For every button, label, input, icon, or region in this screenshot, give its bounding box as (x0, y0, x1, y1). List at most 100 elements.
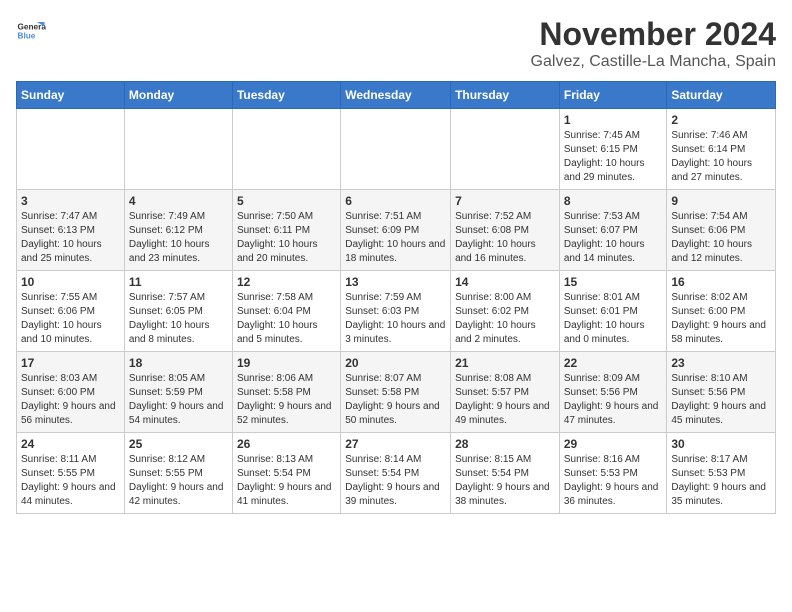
week-row-3: 17 Sunrise: 8:03 AMSunset: 6:00 PMDayligh… (17, 352, 776, 433)
calendar-cell: 17 Sunrise: 8:03 AMSunset: 6:00 PMDayligh… (17, 352, 125, 433)
calendar-cell: 26 Sunrise: 8:13 AMSunset: 5:54 PMDayligh… (232, 433, 340, 514)
day-info: Sunrise: 8:07 AMSunset: 5:58 PMDaylight:… (345, 372, 446, 428)
day-number: 26 (237, 437, 336, 451)
day-number: 22 (564, 356, 663, 370)
day-number: 17 (21, 356, 120, 370)
day-info: Sunrise: 7:45 AMSunset: 6:15 PMDaylight:… (564, 129, 663, 185)
calendar-cell: 1 Sunrise: 7:45 AMSunset: 6:15 PMDaylight… (559, 109, 667, 190)
day-info: Sunrise: 8:16 AMSunset: 5:53 PMDaylight:… (564, 453, 663, 509)
calendar-cell (451, 109, 560, 190)
day-number: 27 (345, 437, 446, 451)
calendar-cell: 6Sunrise: 7:51 AMSunset: 6:09 PMDaylight… (341, 190, 451, 271)
day-info: Sunrise: 8:02 AMSunset: 6:00 PMDaylight:… (671, 291, 771, 347)
day-number: 8 (564, 194, 663, 208)
dow-monday: Monday (124, 82, 232, 109)
calendar-table: SundayMondayTuesdayWednesdayThursdayFrid… (16, 81, 776, 514)
svg-text:Blue: Blue (18, 32, 36, 41)
page-title: November 2024 (531, 16, 776, 53)
page-header: General Blue November 2024 Galvez, Casti… (16, 16, 776, 71)
day-info: Sunrise: 8:14 AMSunset: 5:54 PMDaylight:… (345, 453, 446, 509)
day-info: Sunrise: 7:53 AMSunset: 6:07 PMDaylight:… (564, 210, 663, 266)
day-number: 16 (671, 275, 771, 289)
day-number: 9 (671, 194, 771, 208)
day-info: Sunrise: 7:59 AMSunset: 6:03 PMDaylight:… (345, 291, 446, 347)
calendar-cell: 29 Sunrise: 8:16 AMSunset: 5:53 PMDayligh… (559, 433, 667, 514)
logo: General Blue (16, 16, 46, 46)
calendar-cell: 25 Sunrise: 8:12 AMSunset: 5:55 PMDayligh… (124, 433, 232, 514)
day-number: 23 (671, 356, 771, 370)
day-number: 19 (237, 356, 336, 370)
calendar-cell: 23 Sunrise: 8:10 AMSunset: 5:56 PMDayligh… (667, 352, 776, 433)
day-number: 24 (21, 437, 120, 451)
calendar-cell: 19 Sunrise: 8:06 AMSunset: 5:58 PMDayligh… (232, 352, 340, 433)
day-info: Sunrise: 8:12 AMSunset: 5:55 PMDaylight:… (129, 453, 228, 509)
week-row-4: 24 Sunrise: 8:11 AMSunset: 5:55 PMDayligh… (17, 433, 776, 514)
day-info: Sunrise: 8:09 AMSunset: 5:56 PMDaylight:… (564, 372, 663, 428)
day-number: 13 (345, 275, 446, 289)
calendar-cell (17, 109, 125, 190)
calendar-cell: 4 Sunrise: 7:49 AMSunset: 6:12 PMDaylight… (124, 190, 232, 271)
day-number: 28 (455, 437, 555, 451)
day-info: Sunrise: 8:13 AMSunset: 5:54 PMDaylight:… (237, 453, 336, 509)
calendar-cell: 22 Sunrise: 8:09 AMSunset: 5:56 PMDayligh… (559, 352, 667, 433)
calendar-cell (124, 109, 232, 190)
day-info: Sunrise: 7:54 AMSunset: 6:06 PMDaylight:… (671, 210, 771, 266)
title-area: November 2024 Galvez, Castille-La Mancha… (531, 16, 776, 71)
day-number: 4 (129, 194, 228, 208)
day-number: 30 (671, 437, 771, 451)
day-number: 20 (345, 356, 446, 370)
day-number: 7 (455, 194, 555, 208)
day-info: Sunrise: 8:08 AMSunset: 5:57 PMDaylight:… (455, 372, 555, 428)
day-info: Sunrise: 7:58 AMSunset: 6:04 PMDaylight:… (237, 291, 336, 347)
week-row-2: 10 Sunrise: 7:55 AMSunset: 6:06 PMDayligh… (17, 271, 776, 352)
calendar-body: 1 Sunrise: 7:45 AMSunset: 6:15 PMDaylight… (17, 109, 776, 514)
day-info: Sunrise: 7:47 AMSunset: 6:13 PMDaylight:… (21, 210, 120, 266)
dow-friday: Friday (559, 82, 667, 109)
day-number: 29 (564, 437, 663, 451)
dow-saturday: Saturday (667, 82, 776, 109)
day-info: Sunrise: 7:55 AMSunset: 6:06 PMDaylight:… (21, 291, 120, 347)
day-info: Sunrise: 7:51 AMSunset: 6:09 PMDaylight:… (345, 210, 446, 266)
calendar-cell: 14Sunrise: 8:00 AMSunset: 6:02 PMDayligh… (451, 271, 560, 352)
calendar-cell: 24 Sunrise: 8:11 AMSunset: 5:55 PMDayligh… (17, 433, 125, 514)
dow-tuesday: Tuesday (232, 82, 340, 109)
day-info: Sunrise: 8:17 AMSunset: 5:53 PMDaylight:… (671, 453, 771, 509)
day-number: 14 (455, 275, 555, 289)
calendar-cell: 12Sunrise: 7:58 AMSunset: 6:04 PMDayligh… (232, 271, 340, 352)
calendar-cell: 18Sunrise: 8:05 AMSunset: 5:59 PMDayligh… (124, 352, 232, 433)
calendar-cell: 21 Sunrise: 8:08 AMSunset: 5:57 PMDayligh… (451, 352, 560, 433)
day-number: 10 (21, 275, 120, 289)
day-info: Sunrise: 8:10 AMSunset: 5:56 PMDaylight:… (671, 372, 771, 428)
day-number: 11 (129, 275, 228, 289)
page-subtitle: Galvez, Castille-La Mancha, Spain (531, 53, 776, 71)
calendar-cell: 5 Sunrise: 7:50 AMSunset: 6:11 PMDaylight… (232, 190, 340, 271)
calendar-cell: 7 Sunrise: 7:52 AMSunset: 6:08 PMDaylight… (451, 190, 560, 271)
day-info: Sunrise: 8:15 AMSunset: 5:54 PMDaylight:… (455, 453, 555, 509)
day-number: 3 (21, 194, 120, 208)
calendar-cell: 30 Sunrise: 8:17 AMSunset: 5:53 PMDayligh… (667, 433, 776, 514)
day-info: Sunrise: 7:50 AMSunset: 6:11 PMDaylight:… (237, 210, 336, 266)
days-of-week-row: SundayMondayTuesdayWednesdayThursdayFrid… (17, 82, 776, 109)
day-info: Sunrise: 8:06 AMSunset: 5:58 PMDaylight:… (237, 372, 336, 428)
calendar-cell: 20 Sunrise: 8:07 AMSunset: 5:58 PMDayligh… (341, 352, 451, 433)
day-number: 15 (564, 275, 663, 289)
day-number: 1 (564, 113, 663, 127)
day-info: Sunrise: 7:49 AMSunset: 6:12 PMDaylight:… (129, 210, 228, 266)
calendar-cell: 10 Sunrise: 7:55 AMSunset: 6:06 PMDayligh… (17, 271, 125, 352)
dow-wednesday: Wednesday (341, 82, 451, 109)
day-number: 5 (237, 194, 336, 208)
calendar-cell (232, 109, 340, 190)
day-info: Sunrise: 8:11 AMSunset: 5:55 PMDaylight:… (21, 453, 120, 509)
day-number: 25 (129, 437, 228, 451)
dow-thursday: Thursday (451, 82, 560, 109)
calendar-cell: 9 Sunrise: 7:54 AMSunset: 6:06 PMDaylight… (667, 190, 776, 271)
day-info: Sunrise: 8:03 AMSunset: 6:00 PMDaylight:… (21, 372, 120, 428)
day-info: Sunrise: 7:46 AMSunset: 6:14 PMDaylight:… (671, 129, 771, 185)
day-number: 21 (455, 356, 555, 370)
calendar-cell: 3 Sunrise: 7:47 AMSunset: 6:13 PMDaylight… (17, 190, 125, 271)
calendar-cell: 8 Sunrise: 7:53 AMSunset: 6:07 PMDaylight… (559, 190, 667, 271)
dow-sunday: Sunday (17, 82, 125, 109)
calendar-cell: 11Sunrise: 7:57 AMSunset: 6:05 PMDayligh… (124, 271, 232, 352)
calendar-cell: 2Sunrise: 7:46 AMSunset: 6:14 PMDaylight… (667, 109, 776, 190)
day-info: Sunrise: 7:52 AMSunset: 6:08 PMDaylight:… (455, 210, 555, 266)
